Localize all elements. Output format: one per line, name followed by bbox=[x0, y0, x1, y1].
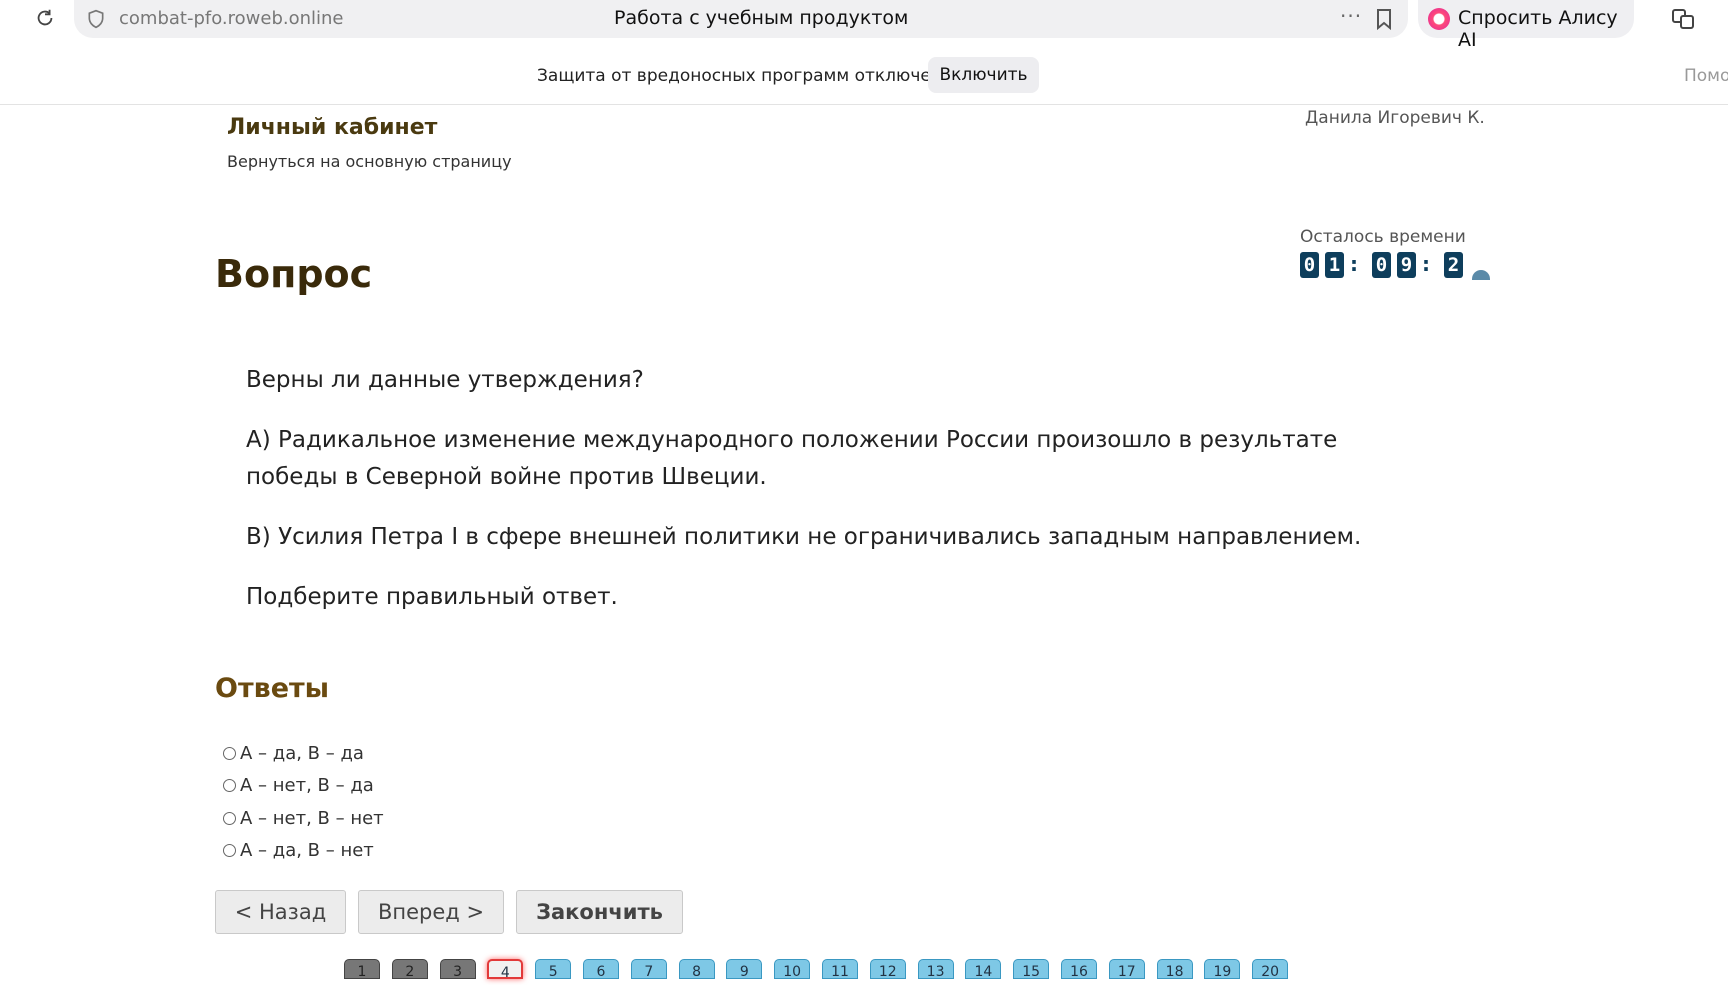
finish-button[interactable]: Закончить bbox=[516, 890, 683, 934]
address-bar[interactable]: combat-pfo.roweb.online Работа с учебным… bbox=[74, 0, 1408, 38]
answer-label: А – нет, В – нет bbox=[240, 807, 384, 829]
ask-alice-button[interactable]: Спросить Алису AI bbox=[1418, 0, 1634, 51]
question-body: Верны ли данные утверждения? А) Радикаль… bbox=[246, 362, 1426, 639]
user-name: Данила Игоревич К. bbox=[1305, 108, 1485, 128]
pager-tab-9[interactable]: 9 bbox=[726, 959, 763, 980]
pager-tab-10[interactable]: 10 bbox=[774, 959, 811, 980]
shield-icon[interactable] bbox=[86, 9, 106, 29]
answer-radio[interactable] bbox=[223, 746, 236, 760]
pager-tab-16[interactable]: 16 bbox=[1061, 959, 1097, 980]
back-button[interactable]: < Назад bbox=[215, 890, 346, 934]
timer-label: Осталось времени bbox=[1300, 227, 1466, 247]
answers-heading: Ответы bbox=[215, 673, 330, 704]
pager-tab-4[interactable]: 4 bbox=[487, 959, 524, 981]
answer-option[interactable]: А – да, В – да bbox=[223, 737, 384, 770]
pager-tab-14[interactable]: 14 bbox=[965, 959, 1002, 980]
question-paragraph: А) Радикальное изменение международного … bbox=[246, 427, 1338, 490]
timer-digit: 9 bbox=[1397, 252, 1416, 278]
ask-alice-label: Спросить Алису AI bbox=[1458, 7, 1618, 51]
question-paragraph: В) Усилия Петра I в сфере внешней полити… bbox=[246, 524, 1362, 550]
answer-label: А – нет, В – да bbox=[240, 775, 374, 797]
url-text[interactable]: combat-pfo.roweb.online bbox=[119, 8, 344, 29]
alice-icon bbox=[1428, 8, 1450, 30]
answer-radio[interactable] bbox=[223, 811, 236, 825]
pager-tab-13[interactable]: 13 bbox=[917, 959, 954, 980]
pager-tab-6[interactable]: 6 bbox=[583, 959, 619, 980]
pager-tab-11[interactable]: 11 bbox=[822, 959, 858, 980]
pager-tab-18[interactable]: 18 bbox=[1156, 959, 1193, 980]
pager-tab-15[interactable]: 15 bbox=[1013, 959, 1050, 980]
more-menu-icon[interactable]: ··· bbox=[1340, 4, 1362, 28]
answer-label: А – да, В – да bbox=[240, 742, 364, 764]
reload-icon[interactable] bbox=[34, 7, 56, 29]
browser-toolbar: combat-pfo.roweb.online Работа с учебным… bbox=[0, 0, 1728, 51]
timer-digit: 2 bbox=[1444, 252, 1463, 278]
bookmark-icon[interactable] bbox=[1374, 8, 1394, 30]
page-title: Работа с учебным продуктом bbox=[614, 7, 909, 29]
answer-label: А – да, В – нет bbox=[240, 840, 374, 862]
answer-radio[interactable] bbox=[223, 779, 236, 793]
pager-tab-2[interactable]: 2 bbox=[391, 959, 428, 980]
pager-tab-7[interactable]: 7 bbox=[630, 959, 667, 980]
pager-tab-5[interactable]: 5 bbox=[535, 959, 572, 980]
answer-radio[interactable] bbox=[223, 844, 236, 858]
answer-option[interactable]: А – нет, В – нет bbox=[223, 802, 384, 835]
question-heading: Вопрос bbox=[215, 252, 373, 296]
notice-divider bbox=[0, 104, 1728, 105]
pager-tab-1[interactable]: 1 bbox=[344, 959, 380, 980]
question-paragraph: Подберите правильный ответ. bbox=[246, 584, 618, 610]
forward-button[interactable]: Вперед > bbox=[358, 890, 504, 934]
enable-protection-button[interactable]: Включить bbox=[928, 57, 1039, 93]
answer-option[interactable]: А – да, В – нет bbox=[223, 835, 384, 868]
pager-tab-17[interactable]: 17 bbox=[1108, 959, 1145, 980]
pager-tab-19[interactable]: 19 bbox=[1204, 959, 1241, 980]
timer-tail-decoration bbox=[1472, 270, 1490, 280]
pager-tab-20[interactable]: 20 bbox=[1252, 959, 1289, 980]
timer-digit: 0 bbox=[1300, 252, 1319, 278]
cabinet-title: Личный кабинет bbox=[227, 115, 438, 140]
translate-icon[interactable] bbox=[1670, 6, 1696, 32]
answer-option[interactable]: А – нет, В – да bbox=[223, 770, 384, 803]
question-paragraph: Верны ли данные утверждения? bbox=[246, 367, 644, 393]
pager-tab-8[interactable]: 8 bbox=[678, 959, 715, 980]
timer-separator: : bbox=[1350, 252, 1358, 276]
answer-options: А – да, В – да А – нет, В – да А – нет, … bbox=[223, 737, 384, 867]
pager-tab-3[interactable]: 3 bbox=[439, 959, 476, 980]
help-link[interactable]: Помощь bbox=[1684, 66, 1728, 86]
back-to-main-link[interactable]: Вернуться на основную страницу bbox=[227, 152, 512, 171]
timer-digit: 1 bbox=[1325, 252, 1344, 278]
protection-notice-bar: Защита от вредоносных программ отключена… bbox=[0, 50, 1728, 104]
timer-separator: : bbox=[1422, 252, 1430, 276]
protection-notice-text: Защита от вредоносных программ отключена bbox=[537, 66, 953, 86]
timer-digit: 0 bbox=[1372, 252, 1391, 278]
pager-tab-12[interactable]: 12 bbox=[869, 959, 906, 980]
